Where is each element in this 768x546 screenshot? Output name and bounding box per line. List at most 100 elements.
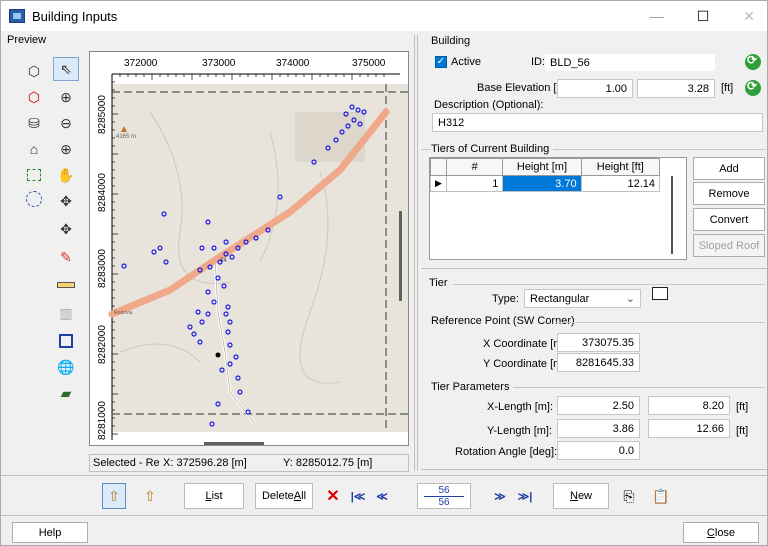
select-box-icon[interactable]: [21, 163, 47, 187]
elevation-label: 4165 m: [116, 134, 136, 140]
footer-separator: [1, 515, 767, 516]
select-circle-icon[interactable]: [21, 187, 47, 211]
x-tick-label: 374000: [276, 58, 310, 69]
tier-height-ft-cell[interactable]: 12.14: [580, 175, 661, 192]
x-coordinate-label: X Coordinate [m]:: [483, 338, 569, 350]
paste-icon[interactable]: 📋: [649, 483, 673, 509]
globe-icon[interactable]: 🌐: [53, 355, 79, 379]
ruler-icon[interactable]: [53, 273, 79, 297]
dome-icon[interactable]: ⌂: [21, 137, 47, 161]
delete-all-button[interactable]: Delete All: [255, 483, 313, 509]
x-coordinate-field[interactable]: 373075.35: [557, 333, 640, 352]
toolbar-top-separator: [1, 475, 767, 476]
last-record-button[interactable]: ≫|: [513, 483, 537, 509]
eraser-icon[interactable]: ✎: [53, 245, 79, 269]
convert-tier-button[interactable]: Convert: [693, 208, 765, 231]
x-length-label: X-Length [m]:: [487, 401, 554, 413]
move-vertex-icon[interactable]: ✥: [53, 217, 79, 241]
import-up-button[interactable]: ⇧: [102, 483, 126, 509]
id-label: ID:: [531, 56, 546, 68]
sloped-roof-button[interactable]: Sloped Roof: [693, 234, 765, 257]
base-elevation-m-field[interactable]: 1.00: [557, 79, 633, 98]
current-record: 56: [424, 485, 464, 497]
building-id-field[interactable]: BLD_56: [544, 53, 716, 72]
tier-parameters-title: Tier Parameters: [431, 381, 510, 393]
zoom-in-icon[interactable]: ⊕: [53, 85, 79, 109]
building-3d-icon[interactable]: ⬡: [21, 59, 47, 83]
x-tick-label: 372000: [124, 58, 158, 69]
col-height-ft-header: Height [ft]: [580, 158, 661, 176]
rotation-angle-label: Rotation Angle [deg]:: [455, 446, 558, 458]
previous-record-button[interactable]: ≪: [371, 483, 393, 509]
table-row[interactable]: ▶ 1 3.70 12.14: [430, 175, 661, 192]
maximize-button[interactable]: ☐: [680, 1, 726, 31]
folder-export-icon: ⇧: [144, 487, 156, 504]
rectangle-tool-icon[interactable]: [53, 329, 79, 353]
selected-building-point[interactable]: [215, 352, 221, 358]
layers-icon[interactable]: ▰: [53, 381, 79, 405]
copy-icon[interactable]: ⎘: [617, 483, 641, 509]
y-tick-label: 8285000: [97, 95, 108, 134]
x-length-m-field[interactable]: 2.50: [557, 396, 640, 415]
h-splitter[interactable]: [421, 268, 767, 269]
building-delete-icon[interactable]: ⬡: [21, 85, 47, 109]
map-vscroll-thumb[interactable]: [399, 211, 402, 301]
building-section-title: Building: [431, 35, 471, 47]
remove-tier-button[interactable]: Remove: [693, 182, 765, 205]
tiers-table: # Height [m] Height [ft] ▶ 1 3.70 12.14: [430, 158, 661, 192]
description-field[interactable]: H312: [432, 113, 763, 132]
tier-num-cell[interactable]: 1: [445, 175, 504, 192]
y-coordinate-field[interactable]: 8281645.33: [557, 353, 640, 372]
row-pointer-icon: ▶: [430, 175, 447, 192]
add-tier-button[interactable]: Add: [693, 157, 765, 180]
pan-hand-icon[interactable]: ✋: [53, 163, 79, 187]
new-record-button[interactable]: New: [553, 483, 609, 509]
type-select[interactable]: Rectangular ⌄: [524, 289, 641, 308]
refresh-elevation-icon[interactable]: [745, 79, 761, 96]
x-tick-label: 373000: [202, 58, 236, 69]
x-length-ft-field[interactable]: 8.20: [648, 396, 730, 415]
x-length-ft-unit: [ft]: [736, 401, 749, 413]
crosshair-icon[interactable]: ⊕: [53, 137, 79, 161]
delete-icon[interactable]: ✕: [321, 483, 345, 509]
list-button[interactable]: List: [184, 483, 244, 509]
rectangle-shape-icon: [652, 287, 668, 300]
app-icon: [9, 9, 25, 23]
building-outline-icon[interactable]: ▥: [53, 301, 79, 325]
close-button[interactable]: Close: [683, 522, 759, 543]
x-tick-label: 375000: [352, 58, 386, 69]
bottom-separator: [421, 469, 767, 470]
y-tick-label: 8283000: [97, 249, 108, 288]
type-label: Type:: [492, 293, 519, 305]
export-up-button[interactable]: ⇧: [138, 483, 162, 509]
col-height-m-header: Height [m]: [502, 158, 582, 176]
splitter[interactable]: [414, 35, 415, 471]
tiers-vscroll[interactable]: [671, 176, 673, 254]
active-checkbox[interactable]: ✓: [435, 56, 447, 68]
move-icon[interactable]: ✥: [53, 189, 79, 213]
pointer-icon[interactable]: ⇖: [53, 57, 79, 81]
window-title: Building Inputs: [32, 8, 118, 24]
minimize-button[interactable]: —: [634, 1, 680, 31]
help-button[interactable]: Help: [12, 522, 88, 543]
params-group-line: [513, 387, 765, 388]
cylinder-icon[interactable]: ⛁: [21, 111, 47, 135]
close-window-button[interactable]: ✕: [726, 1, 768, 31]
base-elevation-ft-field[interactable]: 3.28: [637, 79, 715, 98]
map-preview[interactable]: 4165 m 34 Rodovia 372000 373000 374000 3750…: [89, 51, 409, 446]
refresh-id-icon[interactable]: [745, 53, 761, 70]
reference-point-title: Reference Point (SW Corner): [431, 315, 575, 327]
y-length-ft-field[interactable]: 12.66: [648, 419, 730, 438]
map-hscroll-thumb[interactable]: [204, 442, 264, 445]
first-record-button[interactable]: |≪: [347, 483, 369, 509]
next-record-button[interactable]: ≫: [489, 483, 511, 509]
tier-group-line: [453, 284, 765, 285]
y-tick-label: 8282000: [97, 325, 108, 364]
total-records: 56: [438, 497, 450, 508]
zoom-out-icon[interactable]: ⊖: [53, 111, 79, 135]
title-bar: Building Inputs — ☐ ✕: [1, 1, 767, 31]
tier-height-m-cell[interactable]: 3.70: [502, 175, 582, 192]
y-length-m-field[interactable]: 3.86: [557, 419, 640, 438]
folder-up-icon: ⇧: [108, 487, 120, 504]
rotation-angle-field[interactable]: 0.0: [557, 441, 640, 460]
